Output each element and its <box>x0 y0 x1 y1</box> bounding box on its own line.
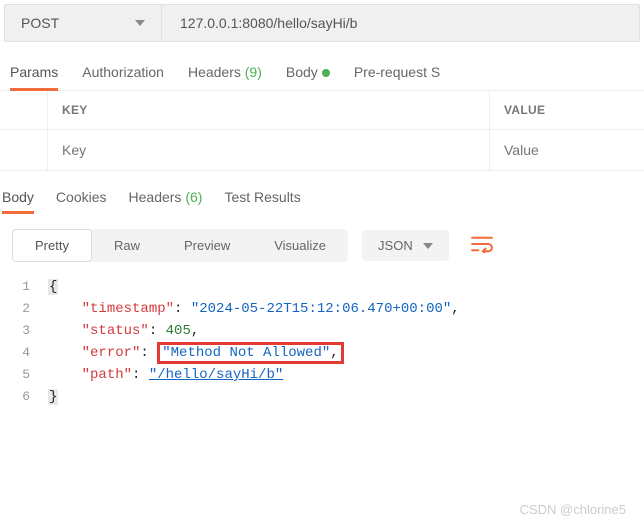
tab-headers[interactable]: Headers (9) <box>188 58 262 90</box>
http-method-select[interactable]: POST <box>4 4 162 42</box>
tab-body[interactable]: Body <box>286 58 330 90</box>
code-line: 1{ <box>0 276 644 298</box>
line-number: 3 <box>0 320 48 342</box>
code-line: 4 "error": "Method Not Allowed", <box>0 342 644 364</box>
body-active-dot-icon <box>322 69 330 77</box>
code-line: 5 "path": "/hello/sayHi/b" <box>0 364 644 386</box>
response-body-code: 1{ 2 "timestamp": "2024-05-22T15:12:06.4… <box>0 270 644 418</box>
error-highlight: "Method Not Allowed", <box>157 342 343 364</box>
format-label: JSON <box>378 238 413 253</box>
response-tabs: Body Cookies Headers (6) Test Results <box>0 171 644 213</box>
view-pretty-button[interactable]: Pretty <box>12 229 92 262</box>
watermark: CSDN @chlorine5 <box>520 502 626 517</box>
view-controls: Pretty Raw Preview Visualize JSON <box>0 213 644 270</box>
request-tabs: Params Authorization Headers (9) Body Pr… <box>0 42 644 91</box>
headers-count: (9) <box>245 64 262 80</box>
http-method-label: POST <box>21 15 59 31</box>
view-preview-button[interactable]: Preview <box>162 229 252 262</box>
wrap-lines-icon <box>471 241 493 256</box>
line-number: 4 <box>0 342 48 364</box>
tab-params[interactable]: Params <box>10 58 58 90</box>
params-table: KEY VALUE <box>0 91 644 171</box>
format-select[interactable]: JSON <box>362 230 449 261</box>
view-visualize-button[interactable]: Visualize <box>252 229 348 262</box>
line-number: 2 <box>0 298 48 320</box>
code-line: 3 "status": 405, <box>0 320 644 342</box>
tab-response-cookies[interactable]: Cookies <box>56 185 107 213</box>
key-column-header: KEY <box>48 91 490 129</box>
value-input[interactable] <box>504 142 630 158</box>
tab-pre-request[interactable]: Pre-request S <box>354 58 440 90</box>
line-number: 6 <box>0 386 48 408</box>
value-column-header: VALUE <box>490 91 644 129</box>
tab-test-results[interactable]: Test Results <box>224 185 300 213</box>
response-headers-count: (6) <box>185 189 202 205</box>
code-line: 6} <box>0 386 644 408</box>
view-raw-button[interactable]: Raw <box>92 229 162 262</box>
tab-response-headers[interactable]: Headers (6) <box>129 185 203 213</box>
tab-authorization[interactable]: Authorization <box>82 58 164 90</box>
key-input[interactable] <box>62 142 475 158</box>
chevron-down-icon <box>135 20 145 26</box>
code-line: 2 "timestamp": "2024-05-22T15:12:06.470+… <box>0 298 644 320</box>
line-number: 1 <box>0 276 48 298</box>
line-number: 5 <box>0 364 48 386</box>
tab-response-body[interactable]: Body <box>2 185 34 213</box>
tab-response-headers-label: Headers <box>129 189 182 205</box>
url-input[interactable] <box>162 4 640 42</box>
tab-headers-label: Headers <box>188 64 241 80</box>
chevron-down-icon <box>423 243 433 249</box>
tab-body-label: Body <box>286 64 318 80</box>
wrap-lines-button[interactable] <box>463 229 501 262</box>
